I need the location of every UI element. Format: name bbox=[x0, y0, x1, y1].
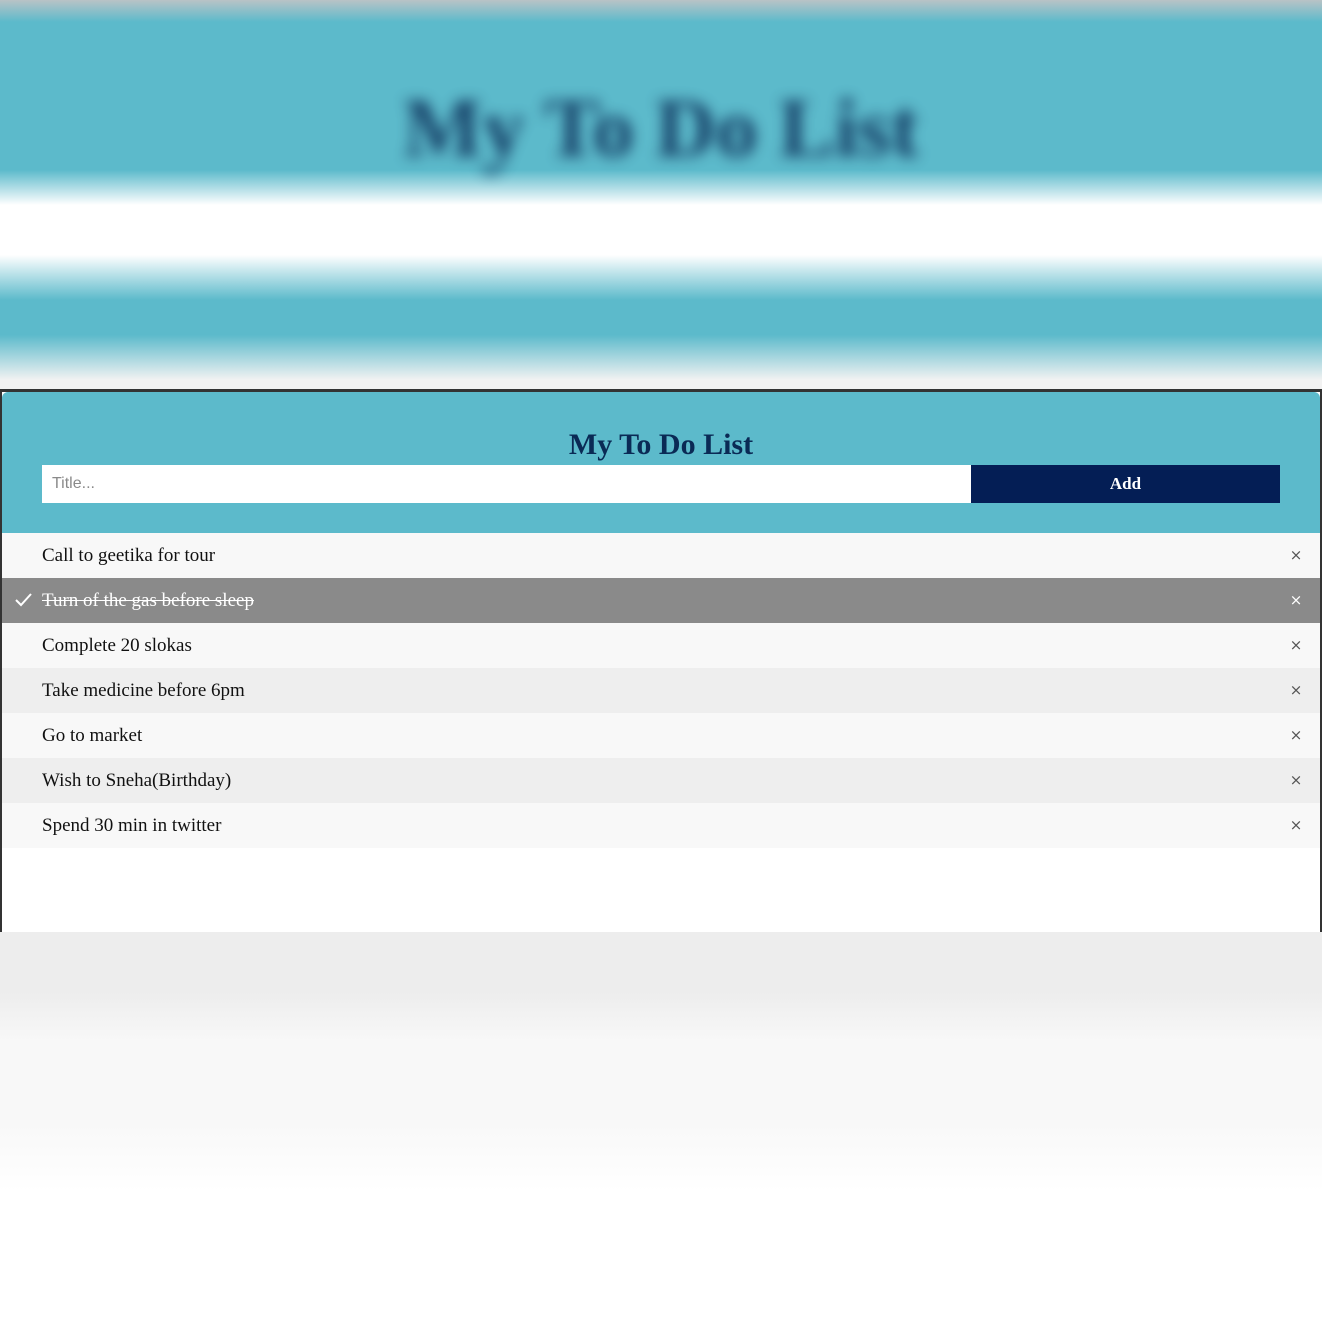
todo-header: My To Do List Add bbox=[2, 392, 1320, 533]
todo-item[interactable]: Go to market × bbox=[2, 713, 1320, 758]
todo-item[interactable]: Call to geetika for tour × bbox=[2, 533, 1320, 578]
todo-item[interactable]: Wish to Sneha(Birthday) × bbox=[2, 758, 1320, 803]
close-icon[interactable]: × bbox=[1286, 578, 1306, 623]
title-input[interactable] bbox=[42, 465, 971, 503]
page-title: My To Do List bbox=[568, 428, 754, 461]
todo-item-text: Take medicine before 6pm bbox=[42, 680, 245, 701]
todo-window: My To Do List Add Call to geetika for to… bbox=[0, 389, 1322, 932]
todo-item-text: Complete 20 slokas bbox=[42, 635, 192, 656]
close-icon[interactable]: × bbox=[1286, 713, 1306, 758]
check-icon bbox=[15, 593, 32, 607]
close-icon[interactable]: × bbox=[1286, 623, 1306, 668]
close-icon[interactable]: × bbox=[1286, 803, 1306, 848]
todo-item-text: Spend 30 min in twitter bbox=[42, 815, 222, 836]
blurred-backdrop-top: My To Do List bbox=[0, 0, 1322, 392]
blurred-backdrop-bottom bbox=[0, 932, 1322, 1322]
add-button[interactable]: Add bbox=[971, 465, 1280, 503]
close-icon[interactable]: × bbox=[1286, 533, 1306, 578]
todo-list: Call to geetika for tour × Turn of the g… bbox=[2, 533, 1320, 848]
todo-item[interactable]: Spend 30 min in twitter × bbox=[2, 803, 1320, 848]
todo-item-text: Call to geetika for tour bbox=[42, 545, 216, 566]
todo-item-text: Turn of the gas before sleep bbox=[42, 590, 254, 611]
todo-item-text: Wish to Sneha(Birthday) bbox=[42, 770, 232, 791]
close-icon[interactable]: × bbox=[1286, 758, 1306, 803]
todo-item-checked[interactable]: Turn of the gas before sleep × bbox=[2, 578, 1320, 623]
todo-item[interactable]: Take medicine before 6pm × bbox=[2, 668, 1320, 713]
todo-item[interactable]: Complete 20 slokas × bbox=[2, 623, 1320, 668]
close-icon[interactable]: × bbox=[1286, 668, 1306, 713]
blurred-backdrop-title: My To Do List bbox=[403, 82, 919, 175]
todo-item-text: Go to market bbox=[42, 725, 143, 746]
